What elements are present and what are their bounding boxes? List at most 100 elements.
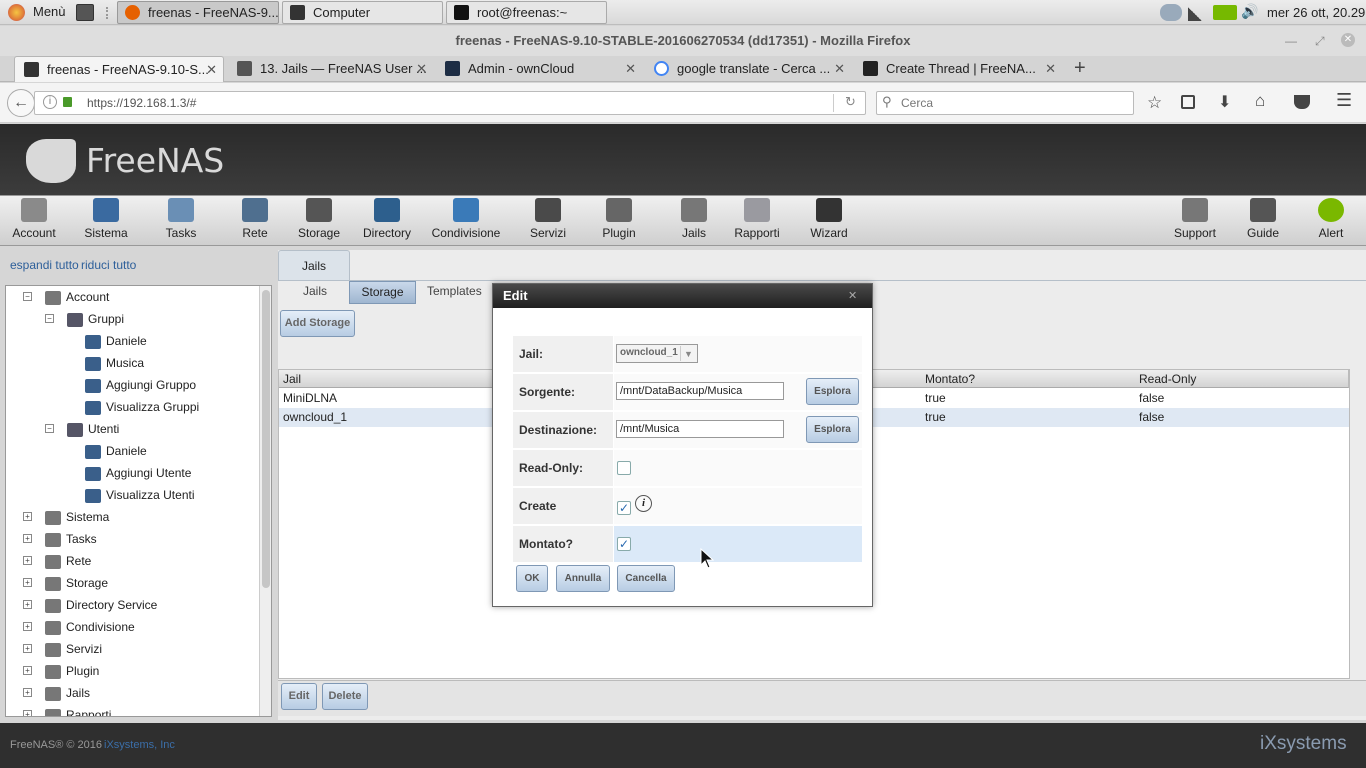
expand-icon[interactable]: + [23, 710, 32, 716]
bookmark-star-icon[interactable]: ☆ [1147, 93, 1162, 113]
weather-icon[interactable] [1160, 4, 1182, 21]
search-bar[interactable]: ⚲ Cerca [876, 91, 1134, 115]
clock[interactable]: mer 26 ott, 20.29 [1267, 5, 1365, 20]
info-icon[interactable]: i [43, 95, 57, 109]
tree-item[interactable]: Visualizza Utenti [85, 484, 195, 506]
reload-icon[interactable]: ↻ [845, 94, 856, 110]
show-desktop-icon[interactable] [76, 4, 94, 21]
scrollbar-thumb[interactable] [262, 290, 270, 588]
toolbar-item-plugin[interactable]: Plugin [594, 198, 644, 240]
browser-tab-forum[interactable]: Create Thread | FreeNA... ✕ [854, 56, 1062, 82]
collapse-icon[interactable]: − [45, 314, 54, 323]
browse-destination-button[interactable]: Esplora [806, 416, 859, 443]
volume-icon[interactable]: 🔊 [1241, 3, 1258, 20]
close-window-icon[interactable]: ✕ [1341, 33, 1355, 47]
tree-item[interactable]: − Gruppi [45, 308, 124, 330]
back-button[interactable]: ← [7, 89, 35, 117]
toolbar-item-wizard[interactable]: Wizard [804, 198, 854, 240]
toolbar-item-tasks[interactable]: Tasks [156, 198, 206, 240]
close-tab-icon[interactable]: ✕ [625, 56, 636, 81]
browser-tab-freenas[interactable]: freenas - FreeNAS-9.10-S... ✕ [14, 56, 224, 82]
menu-icon[interactable] [8, 4, 25, 21]
taskbar-window-firefox[interactable]: freenas - FreeNAS-9.... [117, 1, 279, 24]
expand-icon[interactable]: + [23, 556, 32, 565]
subtab-jails[interactable]: Jails [303, 284, 327, 298]
tree-item[interactable]: + Sistema [23, 506, 109, 528]
readonly-checkbox[interactable] [617, 461, 631, 475]
tree-item[interactable]: Visualizza Gruppi [85, 396, 199, 418]
url-bar[interactable]: i https://192.168.1.3/# ↻ [34, 91, 866, 115]
edit-button[interactable]: Edit [281, 683, 317, 710]
destination-input[interactable]: /mnt/Musica [616, 420, 784, 438]
tree-item[interactable]: + Tasks [23, 528, 97, 550]
tree-item[interactable]: Musica [85, 352, 144, 374]
collapse-icon[interactable]: − [45, 424, 54, 433]
close-tab-icon[interactable]: ✕ [206, 57, 217, 82]
pocket-icon[interactable] [1294, 95, 1310, 109]
toolbar-item-alert[interactable]: Alert [1306, 198, 1356, 240]
tree-item[interactable]: Aggiungi Utente [85, 462, 191, 484]
expand-icon[interactable]: + [23, 534, 32, 543]
toolbar-item-support[interactable]: Support [1170, 198, 1220, 240]
toolbar-item-rete[interactable]: Rete [230, 198, 280, 240]
browser-tab-jails-guide[interactable]: 13. Jails — FreeNAS User ... ✕ [228, 56, 433, 82]
add-storage-button[interactable]: Add Storage [280, 310, 355, 337]
reader-list-icon[interactable] [1181, 95, 1195, 109]
nvidia-icon[interactable] [1213, 5, 1237, 20]
toolbar-item-account[interactable]: Account [9, 198, 59, 240]
tree-item[interactable]: + Rapporti [23, 704, 111, 716]
expand-icon[interactable]: + [23, 666, 32, 675]
info-icon[interactable]: i [635, 495, 652, 512]
new-tab-button[interactable]: + [1074, 56, 1086, 80]
toolbar-item-rapporti[interactable]: Rapporti [732, 198, 782, 240]
tree-item[interactable]: + Jails [23, 682, 90, 704]
toolbar-item-condivisione[interactable]: Condivisione [430, 198, 502, 240]
mounted-checkbox[interactable]: ✓ [617, 537, 631, 551]
source-input[interactable]: /mnt/DataBackup/Musica [616, 382, 784, 400]
minimize-icon[interactable]: — [1285, 34, 1297, 48]
tree-item[interactable]: Daniele [85, 440, 147, 462]
expand-all-link[interactable]: espandi tutto [10, 258, 79, 272]
download-icon[interactable]: ⬇ [1218, 92, 1231, 112]
toolbar-item-servizi[interactable]: Servizi [523, 198, 573, 240]
toolbar-item-storage[interactable]: Storage [294, 198, 344, 240]
ok-button[interactable]: OK [516, 565, 548, 592]
tree-item[interactable]: Aggiungi Gruppo [85, 374, 196, 396]
expand-icon[interactable]: + [23, 512, 32, 521]
menu-button[interactable]: Menù [33, 4, 66, 19]
tree-item[interactable]: + Plugin [23, 660, 99, 682]
expand-icon[interactable]: + [23, 644, 32, 653]
dialog-close-icon[interactable]: ✕ [848, 289, 857, 302]
tab-jails-top[interactable]: Jails [278, 250, 350, 280]
jail-select[interactable]: owncloud_1 ▼ [616, 344, 698, 363]
expand-icon[interactable]: + [23, 600, 32, 609]
expand-icon[interactable]: + [23, 688, 32, 697]
tree-item[interactable]: + Servizi [23, 638, 102, 660]
taskbar-window-terminal[interactable]: root@freenas:~ [446, 1, 607, 24]
cancella-button[interactable]: Cancella [617, 565, 675, 592]
collapse-icon[interactable]: − [23, 292, 32, 301]
toolbar-item-directory[interactable]: Directory [362, 198, 412, 240]
hamburger-menu-icon[interactable]: ☰ [1336, 90, 1352, 111]
subtab-templates[interactable]: Templates [427, 284, 482, 298]
maximize-icon[interactable]: ⤢ [1315, 34, 1325, 49]
toolbar-item-guide[interactable]: Guide [1238, 198, 1288, 240]
tree-item[interactable]: + Condivisione [23, 616, 135, 638]
network-icon[interactable] [1188, 4, 1206, 21]
chevron-down-icon[interactable]: ▼ [680, 346, 696, 361]
column-header-mounted[interactable]: Montato? [921, 370, 1137, 388]
column-header-readonly[interactable]: Read-Only [1135, 370, 1349, 388]
close-tab-icon[interactable]: ✕ [1045, 56, 1056, 81]
tree-item[interactable]: − Account [23, 286, 109, 308]
create-directory-checkbox[interactable]: ✓ [617, 501, 631, 515]
tree-item[interactable]: Daniele [85, 330, 147, 352]
tree-item[interactable]: + Rete [23, 550, 91, 572]
taskbar-window-computer[interactable]: Computer [282, 1, 443, 24]
expand-icon[interactable]: + [23, 578, 32, 587]
browser-tab-google[interactable]: google translate - Cerca ... ✕ [645, 56, 851, 82]
close-tab-icon[interactable]: ✕ [834, 56, 845, 81]
browse-source-button[interactable]: Esplora [806, 378, 859, 405]
tree-scrollbar[interactable] [259, 286, 271, 716]
tree-item[interactable]: + Directory Service [23, 594, 157, 616]
toolbar-item-sistema[interactable]: Sistema [81, 198, 131, 240]
